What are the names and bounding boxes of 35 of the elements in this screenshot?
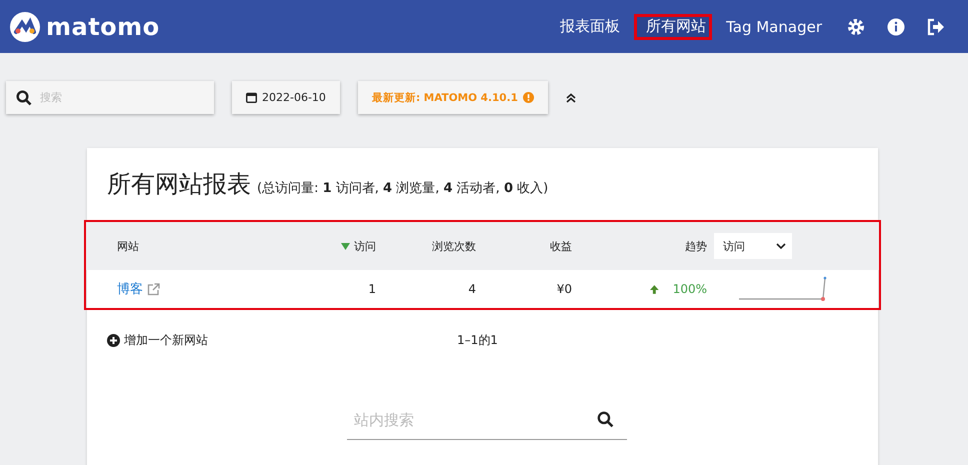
logout-icon[interactable] bbox=[927, 18, 945, 36]
brand-name[interactable]: matomo bbox=[46, 12, 160, 40]
search-field[interactable]: 搜索 bbox=[6, 81, 214, 114]
column-header[interactable]: 网站 bbox=[86, 238, 286, 254]
alert-icon bbox=[522, 92, 534, 103]
site-link[interactable]: 博客 bbox=[117, 280, 143, 298]
logo-icon bbox=[10, 12, 40, 42]
chevron-down-icon bbox=[776, 243, 786, 249]
search-icon bbox=[597, 411, 614, 428]
report-title: 所有网站报表 bbox=[107, 169, 251, 200]
collapse-icon[interactable] bbox=[566, 92, 576, 102]
settings-icon[interactable] bbox=[847, 18, 865, 36]
add-site-link[interactable]: 增加一个新网站 bbox=[107, 332, 457, 348]
table-cell-text: 4 bbox=[467, 282, 476, 296]
sort-arrow-icon bbox=[341, 242, 350, 250]
search-icon bbox=[16, 90, 32, 106]
table-cell-text: 1 bbox=[367, 282, 376, 296]
pagination-text: 1–1的1 bbox=[457, 332, 498, 348]
trend-value: 100% bbox=[672, 282, 707, 296]
date-button[interactable]: 2022-06-10 bbox=[232, 81, 340, 114]
nav-link[interactable]: 报表面板 bbox=[546, 0, 634, 53]
report-summary: (总访问量: 1 访问者, 4 浏览量, 4 活动者, 0 收入) bbox=[257, 180, 548, 197]
nav-link[interactable]: 所有网站 bbox=[634, 14, 712, 40]
table-cell-text: ¥0 bbox=[556, 282, 572, 296]
nav-link[interactable]: Tag Manager bbox=[712, 0, 836, 53]
trend-label: 趋势 bbox=[684, 238, 707, 254]
column-header[interactable]: 访问 bbox=[286, 238, 376, 254]
calendar-icon bbox=[246, 92, 257, 103]
search-input[interactable]: 搜索 bbox=[38, 90, 192, 104]
plus-circle-icon bbox=[107, 334, 120, 346]
column-header[interactable]: 收益 bbox=[476, 238, 572, 254]
external-link-icon[interactable] bbox=[147, 282, 160, 296]
column-header[interactable]: 浏览次数 bbox=[376, 238, 476, 254]
trend-select[interactable]: 访问 bbox=[714, 233, 792, 259]
info-icon[interactable] bbox=[887, 18, 905, 36]
